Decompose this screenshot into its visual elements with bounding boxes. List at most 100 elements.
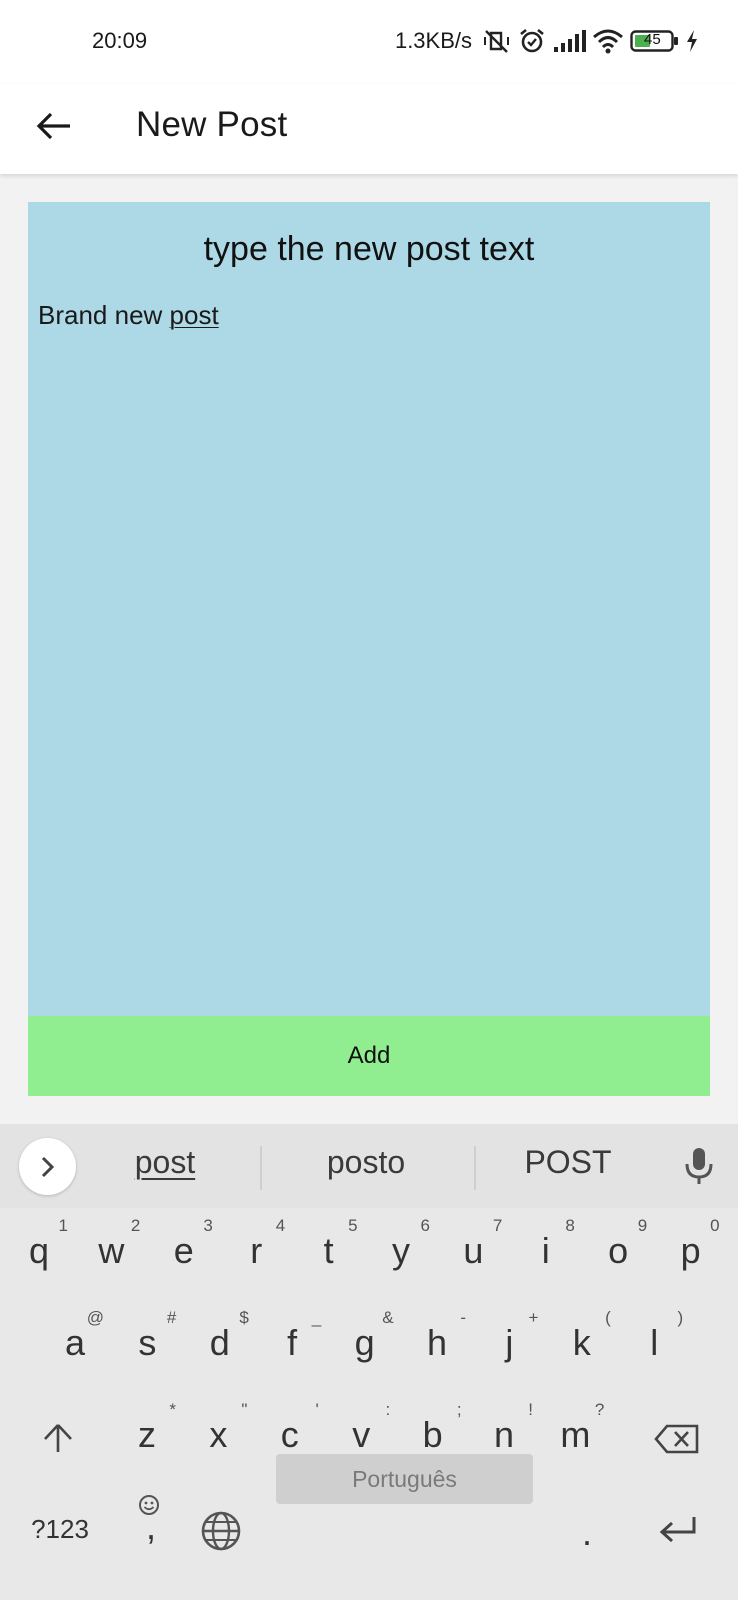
key-f[interactable]: f _ [257,1300,327,1392]
key-label: r [250,1230,263,1271]
app-bar: New Post [0,84,738,174]
key-hint: 5 [348,1216,358,1235]
key-hint: 1 [58,1216,68,1235]
key-label: u [463,1230,484,1271]
shift-key[interactable] [22,1392,92,1484]
key-hint: 7 [492,1216,503,1235]
space-bar[interactable]: Português [276,1454,533,1504]
status-icons: 1.3KB/s 45 [395,26,698,56]
key-k[interactable]: k( [547,1300,617,1392]
enter-key[interactable] [644,1484,714,1576]
microphone-button[interactable] [684,1146,714,1191]
key-g[interactable]: g & [330,1300,400,1392]
post-text-prefix: Brand new [38,300,170,330]
suggestion-strip: post posto POST [0,1124,738,1208]
key-hint: ! [528,1400,533,1419]
soft-keyboard: post posto POST q1w2e3r4t5y6u7i8o9p0 a @ s… [0,1124,738,1600]
key-u[interactable]: u7 [438,1208,508,1300]
signal-icon [552,29,586,53]
suggestion-2[interactable]: posto [286,1144,446,1181]
key-hint: 9 [637,1216,648,1235]
key-o[interactable]: o9 [583,1208,653,1300]
emoji-icon [139,1495,159,1515]
key-hint: & [382,1308,394,1327]
key-hint: * [169,1400,176,1419]
period-key[interactable]: . [552,1484,622,1576]
key-z[interactable]: z * [112,1392,182,1484]
suggestion-1[interactable]: post [85,1144,245,1181]
expand-toolbar-button[interactable] [19,1138,76,1195]
key-q[interactable]: q1 [4,1208,74,1300]
key-row-2: a @ s # d $ f _ g & h - j + k(l) [0,1300,738,1392]
key-label: t [323,1230,334,1271]
key-label: i [541,1230,550,1271]
suggestion-divider [474,1146,476,1190]
key-j[interactable]: j + [474,1300,544,1392]
key-i[interactable]: i8 [511,1208,581,1300]
key-label: h [426,1322,448,1363]
key-hint: ? [594,1400,605,1419]
key-hint: _ [311,1308,322,1327]
wifi-icon [592,28,624,54]
key-hint: ' [315,1400,319,1419]
key-label: f [287,1322,298,1363]
page-title: New Post [136,105,288,144]
key-label: w [98,1230,125,1271]
status-bar: 20:09 1.3KB/s 45 [0,0,738,84]
add-button[interactable]: Add [28,1016,710,1096]
key-w[interactable]: w2 [76,1208,146,1300]
key-label: n [493,1414,515,1455]
key-a[interactable]: a @ [40,1300,110,1392]
alarm-icon [518,27,546,55]
comma-key[interactable]: , [116,1484,186,1576]
key-hint: 4 [275,1216,286,1235]
suggestion-divider [260,1146,262,1190]
chevron-right-icon [41,1156,54,1177]
back-button[interactable] [30,102,78,150]
key-t[interactable]: t5 [294,1208,364,1300]
key-label: b [422,1414,443,1455]
key-l[interactable]: l) [619,1300,689,1392]
key-label: p [680,1230,701,1271]
key-label: q [28,1230,50,1271]
key-label: k [572,1322,591,1363]
key-label: y [392,1230,410,1271]
key-r[interactable]: r4 [221,1208,291,1300]
key-e[interactable]: e3 [149,1208,219,1300]
key-p[interactable]: p0 [656,1208,726,1300]
post-editor-card: type the new post text Brand new post [28,202,710,1016]
key-label: a [64,1322,86,1363]
key-label: c [280,1414,299,1455]
network-speed: 1.3KB/s [394,28,472,53]
status-time: 20:09 [92,28,148,53]
suggestion-3[interactable]: POST [488,1144,648,1181]
key-label: g [354,1322,375,1363]
key-h[interactable]: h- [402,1300,472,1392]
vibrate-off-icon [482,27,512,55]
post-text-input[interactable]: Brand new post [38,300,219,331]
key-hint: ; [456,1400,462,1419]
key-label: z [138,1414,156,1455]
key-label: l [650,1322,659,1363]
key-hint: $ [239,1308,249,1327]
key-m[interactable]: m? [540,1392,610,1484]
key-hint: - [460,1308,466,1327]
key-label: x [209,1414,228,1455]
language-key[interactable] [186,1484,256,1576]
key-x[interactable]: x " [183,1392,253,1484]
key-hint: 6 [420,1216,430,1235]
arrow-back-icon [36,112,70,140]
key-label: m [560,1414,591,1455]
key-label: s [138,1322,157,1363]
key-y[interactable]: y6 [366,1208,436,1300]
key-label: d [209,1322,230,1363]
key-hint: ( [605,1308,611,1327]
backspace-key[interactable] [642,1392,712,1484]
symbols-key[interactable]: ?123 [22,1484,98,1576]
key-s[interactable]: s # [112,1300,182,1392]
key-d[interactable]: d $ [185,1300,255,1392]
microphone-icon [685,1148,713,1184]
key-label: j [505,1322,514,1363]
shift-icon [44,1424,72,1452]
key-hint: ) [677,1308,684,1327]
